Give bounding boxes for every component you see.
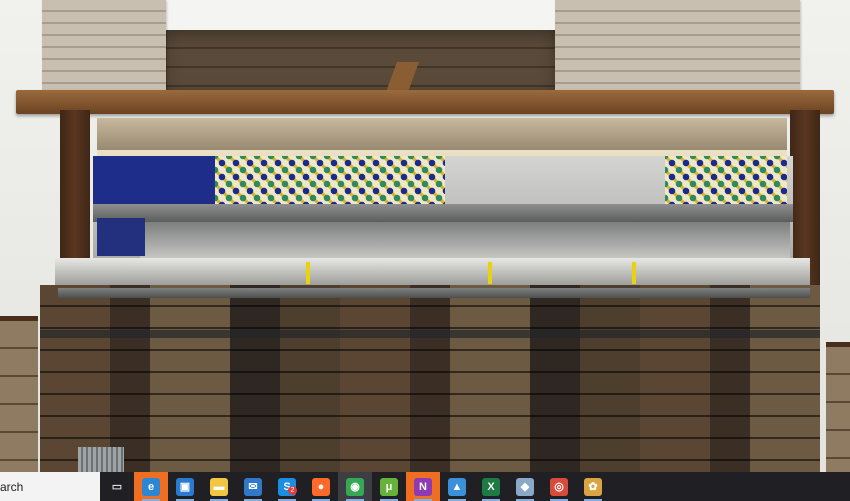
firefox-icon: ● (312, 477, 330, 496)
background-photo (0, 0, 850, 472)
record-taskbar-button[interactable]: ◎ (542, 472, 576, 501)
chrome-icon: ◉ (346, 477, 364, 496)
wood-divider (40, 330, 820, 338)
file-explorer-icon: ▬ (210, 477, 228, 496)
reclaimed-wood-counter-front (40, 285, 820, 472)
search-text: arch (0, 479, 24, 494)
mail-icon: ✉ (244, 477, 262, 496)
yellow-tape-1 (306, 262, 310, 284)
notification-badge: 2 (288, 486, 297, 495)
excel-taskbar-button[interactable]: X (474, 472, 508, 501)
counter-rail (58, 288, 810, 298)
edge-taskbar-button[interactable]: e (134, 472, 168, 501)
skype-taskbar-button[interactable]: S2 (270, 472, 304, 501)
wainscot-left (0, 316, 38, 472)
file-explorer-taskbar-button[interactable]: ▬ (202, 472, 236, 501)
blue-tiles (93, 156, 215, 204)
taskbar-search-box[interactable]: arch (0, 472, 100, 501)
record-icon: ◎ (550, 477, 568, 496)
patterned-tiles-right (665, 156, 787, 204)
utorrent-taskbar-button[interactable]: μ (372, 472, 406, 501)
blue-tiles-lower (97, 218, 145, 256)
yellow-tape-2 (488, 262, 492, 284)
photos-taskbar-button[interactable]: ▲ (440, 472, 474, 501)
taskbar-icons: ▭ e ▣ ▬ ✉ S 2 ● ◉ μ N ▲ X ◆ ◎ ✿ (100, 472, 610, 501)
task-view-taskbar-button[interactable]: ▭ (100, 472, 134, 501)
taskbar: arch ▭ e ▣ ▬ ✉ S 2 ● ◉ μ N ▲ X ◆ ◎ ✿ (0, 472, 850, 501)
steel-counter (55, 258, 810, 288)
onenote-taskbar-button[interactable]: N (406, 472, 440, 501)
paint-taskbar-button[interactable]: ✿ (576, 472, 610, 501)
floor-vent (78, 447, 124, 472)
steel-shelf (93, 204, 793, 222)
yellow-tape-3 (632, 262, 636, 284)
shelf-board (16, 90, 834, 114)
mail-taskbar-button[interactable]: ✉ (236, 472, 270, 501)
onenote-icon: N (414, 477, 432, 496)
firefox-taskbar-button[interactable]: ● (304, 472, 338, 501)
pizza-boxes-right (555, 0, 800, 96)
store-taskbar-button[interactable]: ▣ (168, 472, 202, 501)
task-view-icon: ▭ (111, 481, 123, 493)
paint-icon: ✿ (584, 477, 602, 496)
edge-icon: e (142, 477, 160, 496)
app-taskbar-button[interactable]: ◆ (508, 472, 542, 501)
chrome-taskbar-button[interactable]: ◉ (338, 472, 372, 501)
excel-icon: X (482, 477, 500, 496)
utorrent-icon: μ (380, 477, 398, 496)
patterned-tiles-left (215, 156, 445, 204)
photos-icon: ▲ (448, 477, 466, 496)
pizza-boxes-left (42, 0, 166, 100)
wainscot-right (826, 342, 850, 472)
store-icon: ▣ (176, 477, 194, 496)
app-icon: ◆ (516, 477, 534, 496)
